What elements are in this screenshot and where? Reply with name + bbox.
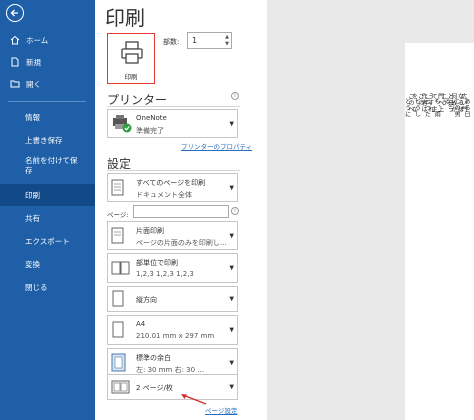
printer-heading-divider xyxy=(107,106,240,107)
sidebar-item-info[interactable]: 情報 xyxy=(0,106,95,128)
paper-size-label: A4 xyxy=(136,320,146,328)
sidebar-item-label: 上書き保存 xyxy=(25,135,63,145)
pages-label: ページ: xyxy=(107,211,129,219)
backstage-sidebar: ホーム 新規 開く 情報 上書き保存 名前を付けて保存 印刷 共有 エクスポート… xyxy=(0,0,95,420)
sides-select[interactable]: 片面印刷 ページの片面のみを印刷し... ▼ xyxy=(107,221,238,250)
sidebar-item-close[interactable]: 閉じる xyxy=(0,276,95,298)
paper-size-desc: 210.01 mm x 297 mm xyxy=(136,332,215,340)
copies-label: 部数: xyxy=(163,38,180,46)
arrow-left-icon xyxy=(10,9,18,17)
chevron-down-icon: ▼ xyxy=(229,120,234,127)
sidebar-item-label: 印刷 xyxy=(25,190,40,200)
print-button[interactable]: 印刷 xyxy=(107,33,155,84)
printer-select[interactable]: OneNote 準備完了 ▼ xyxy=(107,109,238,138)
back-button[interactable] xyxy=(6,4,24,22)
sidebar-item-open[interactable]: 開く xyxy=(0,73,95,95)
two-pages-per-sheet-icon xyxy=(111,380,130,394)
sidebar-item-export[interactable]: エクスポート xyxy=(0,230,95,252)
sidebar-item-label: ホーム xyxy=(26,35,49,45)
collate-icon xyxy=(111,261,130,275)
copies-value: 1 xyxy=(192,36,198,45)
paper-size-icon xyxy=(112,321,124,338)
sidebar-divider xyxy=(8,101,86,102)
chevron-down-icon: ▼ xyxy=(229,184,234,191)
orientation-label: 縦方向 xyxy=(136,296,157,304)
chevron-down-icon: ▼ xyxy=(229,264,234,272)
print-range-desc: ドキュメント全体 xyxy=(136,191,192,199)
sidebar-item-home[interactable]: ホーム xyxy=(0,29,95,51)
home-icon xyxy=(10,35,20,45)
collate-label: 部単位で印刷 xyxy=(136,259,178,267)
portrait-icon xyxy=(112,290,124,307)
annotation-arrow-icon xyxy=(181,394,207,405)
sidebar-item-save-as[interactable]: 名前を付けて保存 xyxy=(0,151,95,181)
preview-page: ある日 広い門 なるほ この男 何故か と云う る。 こう 門へ上 も、雨 て、主 うすれ 云った 作者は… xyxy=(403,43,474,420)
print-button-label: 印刷 xyxy=(124,73,138,81)
sidebar-item-new[interactable]: 新規 xyxy=(0,51,95,73)
chevron-down-icon: ▼ xyxy=(229,359,234,367)
print-range-select[interactable]: すべてのページを印刷 ドキュメント全体 ▼ xyxy=(107,173,238,202)
sidebar-item-label: 開く xyxy=(26,79,41,89)
sidebar-item-label: 新規 xyxy=(26,57,41,67)
new-document-icon xyxy=(11,57,19,67)
folder-open-icon xyxy=(10,80,20,88)
sidebar-item-transform[interactable]: 変換 xyxy=(0,253,95,275)
margins-label: 標準の余白 xyxy=(136,354,171,362)
page-setup-link[interactable]: ページ設定 xyxy=(205,405,237,415)
copies-stepper[interactable]: ▲ ▼ xyxy=(225,34,229,48)
settings-heading-divider xyxy=(107,170,240,171)
printer-status: 準備完了 xyxy=(136,127,164,135)
pages-per-sheet-select[interactable]: 2 ページ/枚 ▼ xyxy=(107,374,238,400)
info-icon[interactable]: i xyxy=(231,92,239,100)
chevron-down-icon: ▼ xyxy=(229,326,234,334)
margins-icon xyxy=(111,353,126,372)
preview-text-column: どうに xyxy=(403,98,411,118)
paper-size-select[interactable]: A4 210.01 mm x 297 mm ▼ xyxy=(107,315,238,345)
pages-icon xyxy=(111,179,124,195)
sidebar-item-share[interactable]: 共有 xyxy=(0,207,95,229)
sidebar-item-label: エクスポート xyxy=(25,236,70,246)
info-icon[interactable]: i xyxy=(231,207,239,215)
sidebar-item-label: 名前を付けて保存 xyxy=(25,156,78,175)
copies-input[interactable]: 1 ▲ ▼ xyxy=(187,32,232,49)
sides-label: 片面印刷 xyxy=(136,227,164,235)
sidebar-item-label: 変換 xyxy=(25,259,40,269)
chevron-down-icon: ▼ xyxy=(229,383,234,391)
sidebar-item-label: 閉じる xyxy=(25,282,48,292)
sidebar-item-print[interactable]: 印刷 xyxy=(0,184,95,206)
printer-ready-icon xyxy=(113,114,132,132)
one-sided-icon xyxy=(111,227,124,243)
sidebar-item-label: 共有 xyxy=(25,213,40,223)
page-title: 印刷 xyxy=(105,6,145,30)
collate-select[interactable]: 部単位で印刷 1,2,3 1,2,3 1,2,3 ▼ xyxy=(107,253,238,283)
chevron-down-icon: ▼ xyxy=(229,295,234,303)
sides-desc: ページの片面のみを印刷し... xyxy=(136,239,227,247)
printer-properties-link[interactable]: プリンターのプロパティ xyxy=(181,141,252,151)
collate-desc: 1,2,3 1,2,3 1,2,3 xyxy=(136,270,194,278)
printer-icon xyxy=(121,41,143,64)
orientation-select[interactable]: 縦方向 ▼ xyxy=(107,286,238,312)
sidebar-item-save[interactable]: 上書き保存 xyxy=(0,129,95,151)
pages-input[interactable] xyxy=(133,205,229,218)
print-range-label: すべてのページを印刷 xyxy=(136,179,206,187)
printer-name: OneNote xyxy=(136,114,167,122)
sidebar-item-label: 情報 xyxy=(25,112,40,122)
chevron-down-icon: ▼ xyxy=(229,232,234,239)
